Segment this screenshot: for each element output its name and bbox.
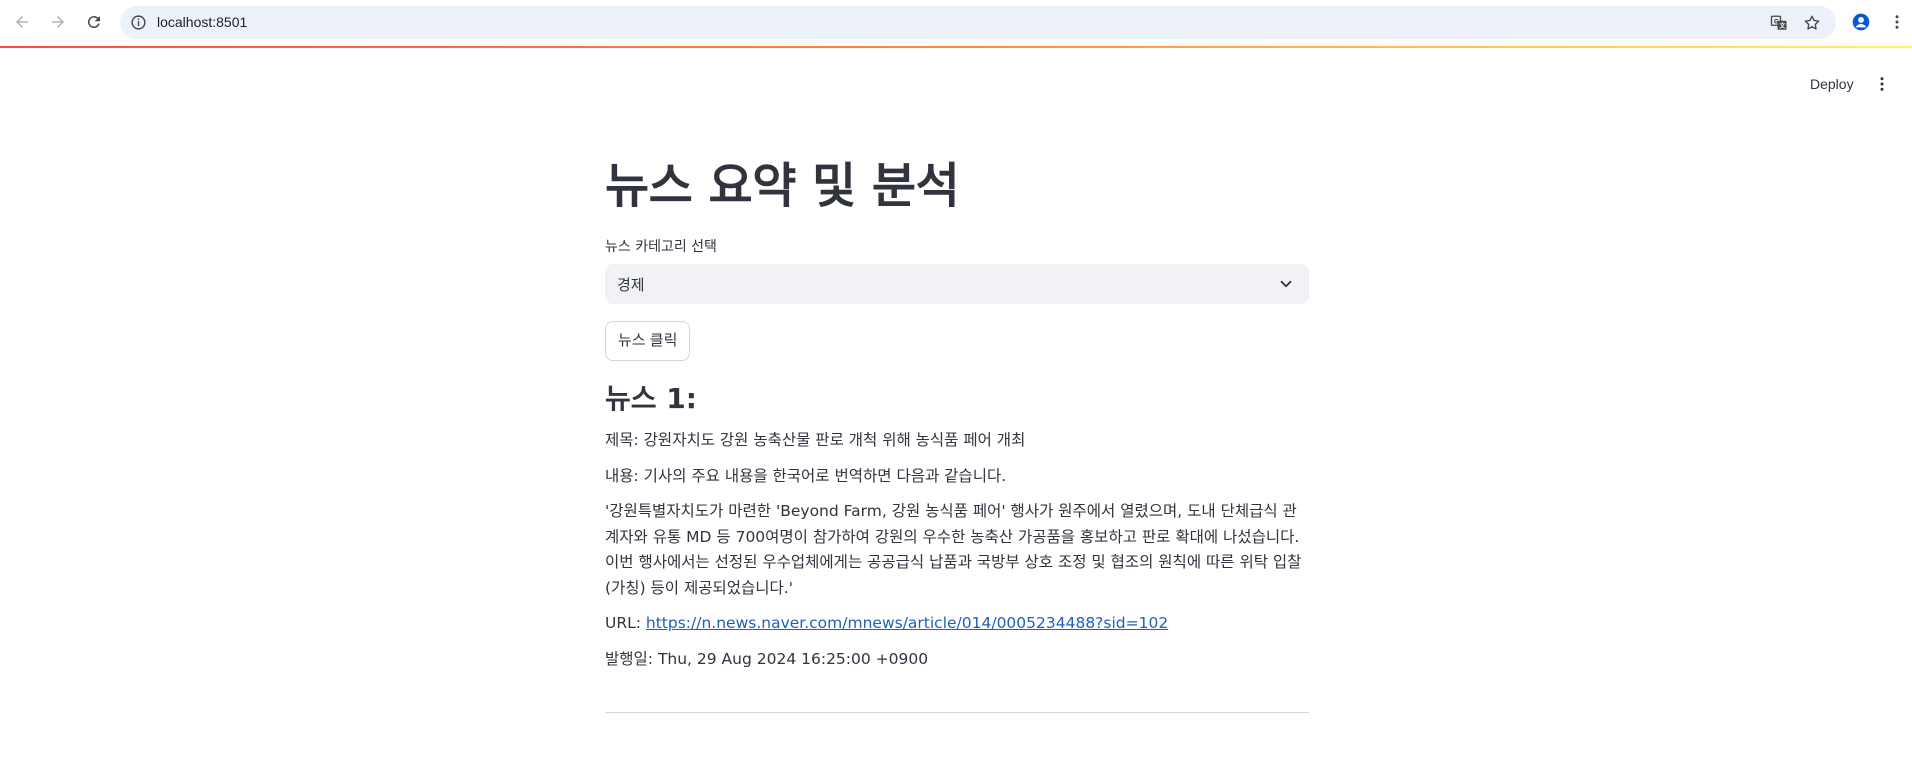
translate-button[interactable]: G 文 [1770, 14, 1788, 32]
news-heading: 뉴스 1: [605, 382, 697, 415]
news-date: Thu, 29 Aug 2024 16:25:00 +0900 [657, 649, 929, 668]
news-url-label: URL: [605, 614, 646, 632]
arrow-right-icon [52, 16, 64, 28]
news-date-label: 발행일: [605, 649, 658, 668]
svg-text:文: 文 [1778, 22, 1786, 30]
browser-menu-button[interactable] [1885, 10, 1909, 34]
app-decoration-bar [0, 46, 1912, 48]
news-click-button[interactable]: 뉴스 클릭 [605, 321, 691, 361]
info-icon[interactable] [130, 14, 147, 31]
page-title: 뉴스 요약 및 분석 [605, 158, 960, 214]
news-url-link[interactable]: https://n.news.naver.com/mnews/article/0… [646, 614, 1168, 632]
news-date-line: 발행일: Thu, 29 Aug 2024 16:25:00 +0900 [605, 647, 1309, 673]
news-url-line: URL: https://n.news.naver.com/mnews/arti… [605, 611, 1309, 637]
category-select-label: 뉴스 카테고리 선택 [605, 239, 717, 255]
category-select[interactable]: 경제 [605, 264, 1309, 304]
reload-icon [87, 16, 100, 29]
main-block: 뉴스 요약 및 분석 뉴스 카테고리 선택 경제 뉴스 클릭 뉴스 1: 제목:… [605, 150, 1309, 713]
translate-icon: G 文 [1770, 15, 1787, 30]
address-bar[interactable]: localhost:8501 G 文 [120, 6, 1836, 39]
news-body: '강원특별자치도가 마련한 'Beyond Farm, 강원 농식품 페어' 행… [605, 502, 1302, 597]
deploy-button[interactable]: Deploy [1800, 70, 1864, 98]
back-button[interactable] [10, 10, 34, 34]
chevron-down-icon[interactable] [1277, 275, 1295, 293]
reload-button[interactable] [82, 10, 106, 34]
browser-toolbar: localhost:8501 G 文 [0, 0, 1912, 46]
address-url[interactable]: localhost:8501 [157, 14, 247, 30]
bookmark-button[interactable] [1803, 14, 1821, 32]
arrow-left-icon [16, 16, 28, 28]
news-item: 뉴스 1: 제목: 강원자치도 강원 농축산물 판로 개척 위해 농식품 페어 … [605, 378, 1309, 672]
news-content-intro: 내용: 기사의 주요 내용을 한국어로 번역하면 다음과 같습니다. [605, 466, 1007, 485]
news-title: 제목: 강원자치도 강원 농축산물 판로 개척 위해 농식품 페어 개최 [605, 431, 1026, 449]
profile-button[interactable] [1849, 10, 1873, 34]
app-main-menu-button[interactable] [1870, 72, 1894, 96]
star-icon [1804, 15, 1820, 30]
kebab-menu-icon [1895, 15, 1899, 29]
kebab-menu-icon [1880, 77, 1884, 91]
profile-icon [1852, 13, 1870, 31]
category-select-value[interactable]: 경제 [617, 274, 645, 295]
divider [605, 712, 1309, 713]
forward-button[interactable] [46, 10, 70, 34]
